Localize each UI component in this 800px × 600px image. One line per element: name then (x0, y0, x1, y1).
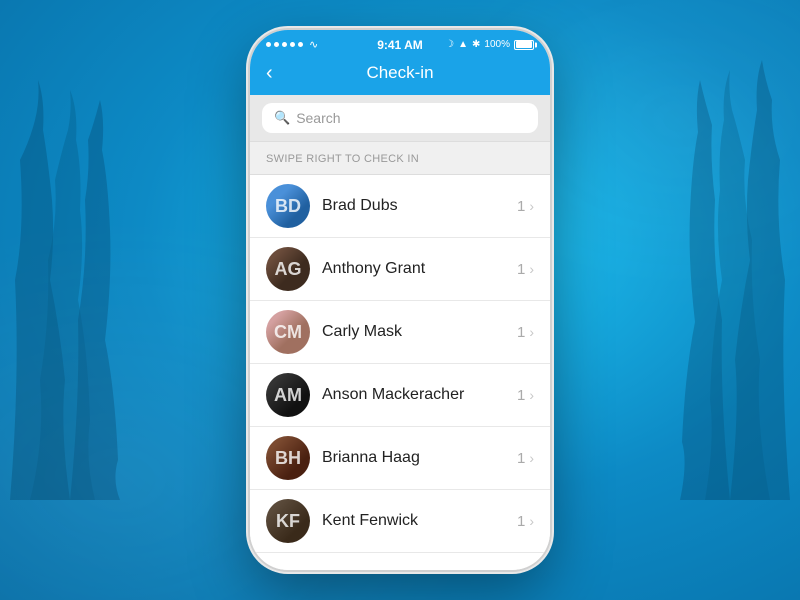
avatar: AG (266, 247, 310, 291)
item-right: 1› (517, 198, 534, 215)
chevron-right-icon: › (529, 513, 534, 529)
search-placeholder: Search (296, 110, 340, 126)
signal-dot-2 (274, 42, 279, 47)
chevron-right-icon: › (529, 450, 534, 466)
signal-dot-4 (290, 42, 295, 47)
chevron-right-icon: › (529, 324, 534, 340)
item-count: 1 (517, 450, 525, 467)
people-list: BDBrad Dubs1›AGAnthony Grant1›CMCarly Ma… (250, 175, 550, 570)
chevron-right-icon: › (529, 198, 534, 214)
status-bar: ∿ 9:41 AM ☽ ▲ ✱ 100% (250, 30, 550, 55)
item-count: 1 (517, 261, 525, 278)
list-item[interactable]: BD Brad Dubs 1› (250, 175, 550, 238)
person-name: Anthony Grant (322, 260, 505, 278)
avatar: BD (266, 184, 310, 228)
status-time: 9:41 AM (377, 38, 423, 52)
wifi-icon: ∿ (309, 38, 318, 51)
avatar-inner: BH (266, 436, 310, 480)
avatar-inner: CM (266, 310, 310, 354)
person-name: Kent Fenwick (322, 512, 505, 530)
person-name: Anson Mackeracher (322, 386, 505, 404)
avatar: KF (266, 499, 310, 543)
search-bar[interactable]: 🔍 Search (262, 103, 538, 133)
crowd-right-svg (640, 60, 800, 500)
avatar-inner: KF (266, 499, 310, 543)
avatar: CM (266, 310, 310, 354)
item-count: 1 (517, 198, 525, 215)
person-name: Brianna Haag (322, 449, 505, 467)
nav-title: Check-in (366, 63, 433, 83)
battery-percent: 100% (484, 39, 510, 50)
signal-dot-5 (298, 42, 303, 47)
item-count: 1 (517, 513, 525, 530)
signal-area: ∿ (266, 38, 318, 51)
bluetooth-icon: ✱ (472, 39, 480, 50)
person-name: Carly Mask (322, 323, 505, 341)
list-item[interactable]: AG Anthony Grant 1› (250, 238, 550, 301)
section-header-label: SWIPE RIGHT TO CHECK IN (266, 153, 419, 165)
search-icon: 🔍 (274, 110, 290, 126)
battery-icon (514, 40, 534, 50)
signal-dot-3 (282, 42, 287, 47)
list-item[interactable]: AM Anson Mackeracher 1› (250, 364, 550, 427)
back-button[interactable]: ‹ (266, 63, 273, 83)
battery-fill (516, 41, 532, 48)
status-right-area: ☽ ▲ ✱ 100% (445, 39, 534, 50)
item-count: 1 (517, 324, 525, 341)
chevron-right-icon: › (529, 387, 534, 403)
person-name: Brad Dubs (322, 197, 505, 215)
list-item[interactable]: BH Brianna Haag 1› (250, 427, 550, 490)
phone-frame: ∿ 9:41 AM ☽ ▲ ✱ 100% ‹ Check-in 🔍 Search (250, 30, 550, 570)
avatar-inner: AG (266, 247, 310, 291)
section-header: SWIPE RIGHT TO CHECK IN (250, 141, 550, 175)
search-container: 🔍 Search (250, 95, 550, 141)
item-right: 1› (517, 513, 534, 530)
battery-tip (535, 42, 537, 47)
battery-body (514, 40, 534, 50)
moon-icon: ☽ (445, 39, 454, 50)
chevron-right-icon: › (529, 261, 534, 277)
avatar: BH (266, 436, 310, 480)
avatar-inner: AM (266, 373, 310, 417)
item-right: 1› (517, 324, 534, 341)
item-right: 1› (517, 450, 534, 467)
signal-dot-1 (266, 42, 271, 47)
list-item[interactable]: CM Carly Mask 1› (250, 301, 550, 364)
avatar: AM (266, 373, 310, 417)
item-right: 1› (517, 387, 534, 404)
list-item[interactable]: KF Kent Fenwick 1› (250, 490, 550, 553)
location-icon: ▲ (458, 39, 468, 50)
item-right: 1› (517, 261, 534, 278)
item-count: 1 (517, 387, 525, 404)
crowd-left-svg (0, 80, 160, 500)
avatar-inner: BD (266, 184, 310, 228)
nav-bar: ‹ Check-in (250, 55, 550, 95)
